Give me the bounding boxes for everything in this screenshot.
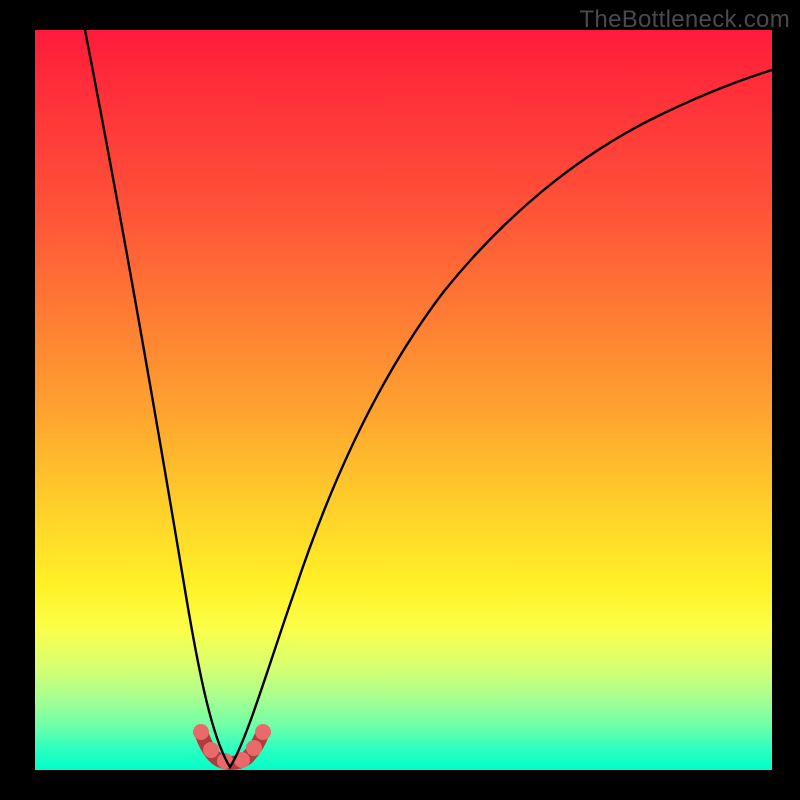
chart-plot-area (35, 30, 772, 770)
optimum-marker-dot (203, 742, 219, 758)
optimum-marker-dot (255, 724, 271, 740)
watermark-text: TheBottleneck.com (579, 6, 790, 34)
chart-svg (35, 30, 772, 770)
optimum-marker-dot (193, 724, 209, 740)
bottleneck-curve (85, 30, 772, 767)
optimum-marker-dot (246, 740, 262, 756)
